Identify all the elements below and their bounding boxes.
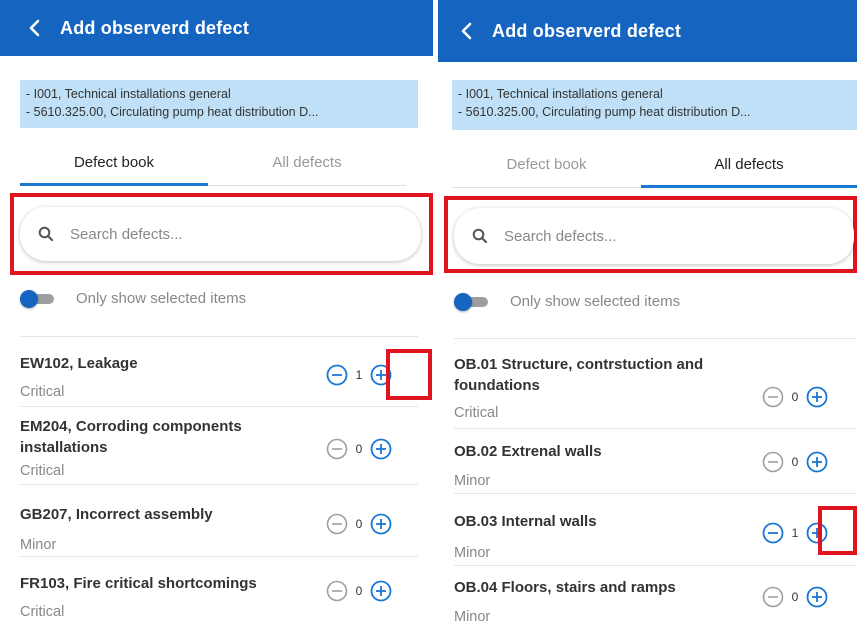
defect-name: EM204, Corroding components installation…	[20, 418, 242, 456]
quantity-value: 0	[791, 455, 799, 469]
minus-circle-icon[interactable]	[326, 580, 348, 602]
minus-circle-icon[interactable]	[762, 522, 784, 544]
app-header: Add observerd defect	[0, 0, 433, 56]
toggle-label: Only show selected items	[76, 290, 247, 307]
quantity-stepper: 0	[326, 513, 392, 535]
search-bar	[454, 208, 854, 264]
quantity-value: 0	[355, 517, 363, 531]
plus-circle-icon[interactable]	[370, 364, 392, 386]
defect-name: OB.03 Internal walls	[454, 513, 597, 530]
minus-circle-icon[interactable]	[326, 364, 348, 386]
defect-name: FR103, Fire critical shortcomings	[20, 575, 257, 592]
toggle-row: Only show selected items	[20, 289, 247, 308]
back-button[interactable]	[454, 19, 478, 43]
minus-circle-icon[interactable]	[762, 451, 784, 473]
tab-defect-book[interactable]: Defect book	[20, 148, 208, 186]
defect-severity: Critical	[20, 384, 65, 400]
defect-severity: Minor	[20, 537, 57, 553]
quantity-stepper: 0	[326, 580, 392, 602]
defect-name: GB207, Incorrect assembly	[20, 506, 213, 523]
only-selected-toggle[interactable]	[20, 289, 56, 308]
toggle-label: Only show selected items	[510, 293, 681, 310]
defect-severity: Critical	[20, 463, 65, 479]
defect-list-item[interactable]: OB.03 Internal walls Minor 1	[454, 494, 857, 566]
page-title: Add observerd defect	[492, 20, 682, 41]
right-screen: Add observerd defect - I001, Technical i…	[438, 0, 857, 626]
plus-circle-icon[interactable]	[806, 386, 828, 408]
defect-name: OB.01 Structure, contrstuction and found…	[454, 356, 704, 394]
defect-list-item[interactable]: OB.01 Structure, contrstuction and found…	[454, 339, 857, 429]
quantity-stepper: 0	[326, 438, 392, 460]
tab-defect-book[interactable]: Defect book	[452, 150, 641, 188]
quantity-stepper: 0	[762, 586, 828, 608]
plus-circle-icon[interactable]	[370, 438, 392, 460]
quantity-value: 0	[791, 390, 799, 404]
defect-name: EW102, Leakage	[20, 355, 138, 372]
quantity-stepper: 1	[326, 364, 392, 386]
plus-circle-icon[interactable]	[370, 580, 392, 602]
tab-bar: Defect book All defects	[20, 148, 406, 186]
context-info-box: - I001, Technical installations general …	[452, 80, 857, 130]
search-icon	[38, 226, 54, 242]
defect-list-item[interactable]: FR103, Fire critical shortcomings Critic…	[20, 557, 418, 626]
plus-circle-icon[interactable]	[806, 586, 828, 608]
plus-circle-icon[interactable]	[806, 451, 828, 473]
app-header: Add observerd defect	[438, 0, 857, 62]
tab-all-defects[interactable]: All defects	[641, 150, 857, 188]
defect-list-item[interactable]: OB.04 Floors, stairs and ramps Minor 0	[454, 566, 857, 626]
minus-circle-icon[interactable]	[326, 513, 348, 535]
plus-circle-icon[interactable]	[370, 513, 392, 535]
chevron-left-icon	[29, 19, 40, 37]
only-selected-toggle[interactable]	[454, 292, 490, 311]
defect-severity: Minor	[454, 545, 491, 561]
search-icon	[472, 228, 488, 244]
minus-circle-icon[interactable]	[762, 586, 784, 608]
search-input[interactable]	[68, 224, 352, 244]
context-info-box: - I001, Technical installations general …	[20, 80, 418, 128]
toggle-row: Only show selected items	[454, 292, 681, 311]
defect-severity: Minor	[454, 609, 491, 625]
info-line: - 5610.325.00, Circulating pump heat dis…	[26, 105, 319, 119]
quantity-value: 1	[355, 368, 363, 382]
quantity-value: 0	[355, 584, 363, 598]
chevron-left-icon	[461, 22, 472, 40]
quantity-stepper: 1	[762, 522, 828, 544]
quantity-value: 0	[355, 442, 363, 456]
defect-severity: Minor	[454, 473, 491, 489]
defect-name: OB.04 Floors, stairs and ramps	[454, 579, 676, 596]
info-line: - 5610.325.00, Circulating pump heat dis…	[458, 105, 751, 119]
defect-severity: Critical	[454, 405, 499, 421]
search-bar	[20, 207, 421, 261]
minus-circle-icon[interactable]	[326, 438, 348, 460]
page-title: Add observerd defect	[60, 17, 250, 38]
defect-list-item[interactable]: OB.02 Extrenal walls Minor 0	[454, 429, 857, 494]
defect-list-item[interactable]: EM204, Corroding components installation…	[20, 407, 418, 485]
back-button[interactable]	[22, 16, 46, 40]
defect-list-item[interactable]: EW102, Leakage Critical 1	[20, 337, 418, 407]
search-input[interactable]	[502, 226, 786, 246]
defect-name: OB.02 Extrenal walls	[454, 443, 602, 460]
plus-circle-icon[interactable]	[806, 522, 828, 544]
defect-severity: Critical	[20, 604, 65, 620]
quantity-stepper: 0	[762, 451, 828, 473]
minus-circle-icon[interactable]	[762, 386, 784, 408]
quantity-value: 0	[791, 590, 799, 604]
quantity-value: 1	[791, 526, 799, 540]
tab-all-defects[interactable]: All defects	[208, 148, 406, 186]
defect-list-item[interactable]: GB207, Incorrect assembly Minor 0	[20, 485, 418, 557]
tab-bar: Defect book All defects	[452, 150, 857, 188]
left-screen: Add observerd defect - I001, Technical i…	[0, 0, 433, 626]
info-line: - I001, Technical installations general	[26, 87, 231, 101]
quantity-stepper: 0	[762, 386, 828, 408]
info-line: - I001, Technical installations general	[458, 87, 663, 101]
